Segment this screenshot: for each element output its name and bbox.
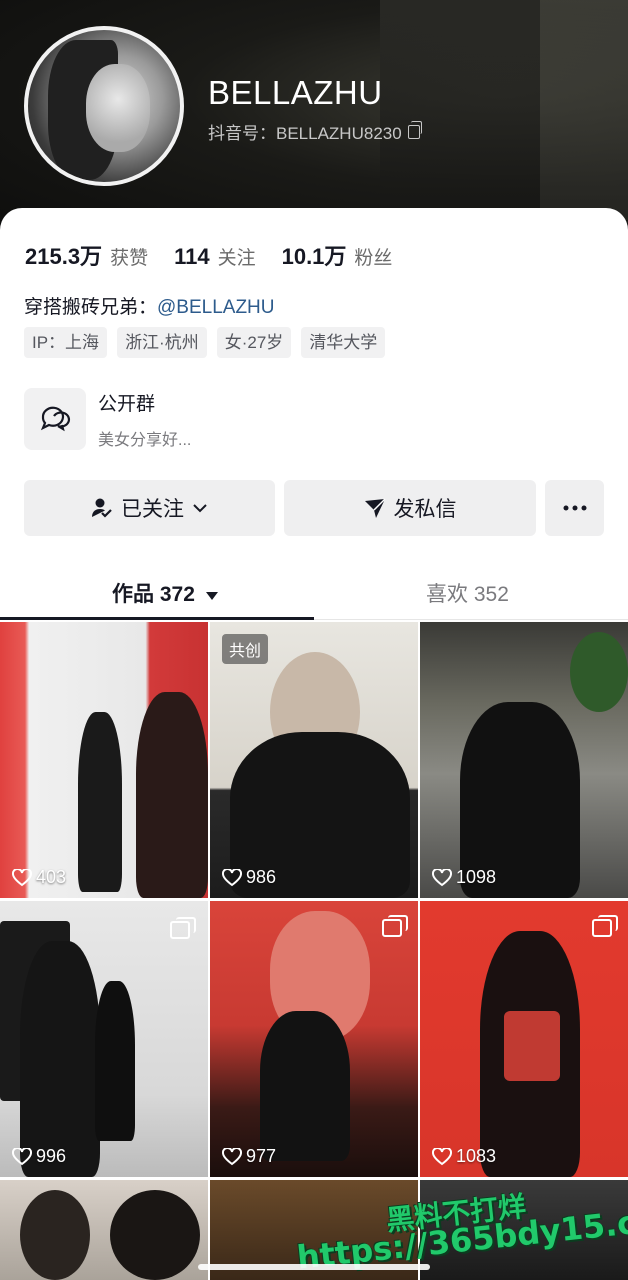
stats-row: 215.3万 获赞 114 关注 10.1万 粉丝: [25, 239, 418, 271]
send-icon: [364, 498, 386, 518]
heart-icon: [12, 868, 32, 886]
header-background: [380, 0, 540, 220]
message-label: 发私信: [393, 498, 457, 521]
more-button[interactable]: [545, 480, 604, 536]
like-count-text: 1083: [456, 1146, 497, 1166]
tab-active-indicator: [0, 617, 314, 620]
douyin-id-text: 抖音号：BELLAZHU8230: [208, 124, 402, 143]
video-thumbnail[interactable]: 996: [0, 901, 208, 1177]
video-thumbnail[interactable]: 977: [210, 901, 418, 1177]
group-title: 公开群: [98, 393, 156, 415]
user-check-icon: [92, 498, 112, 518]
more-dots-icon: [563, 505, 586, 511]
public-group-entry[interactable]: 公开群 美女分享好...: [24, 388, 191, 450]
following-button[interactable]: 已关注: [24, 480, 275, 536]
bio: 穿搭搬砖兄弟：@BELLAZHU: [24, 292, 275, 319]
heart-icon: [432, 868, 452, 886]
message-button[interactable]: 发私信: [284, 480, 536, 536]
avatar[interactable]: [24, 26, 184, 186]
like-count-text: 986: [246, 867, 277, 887]
following-label: 已关注: [121, 498, 184, 521]
heart-icon: [432, 1147, 452, 1165]
stat-likes[interactable]: 215.3万 获赞: [25, 239, 148, 271]
stat-label: 粉丝: [354, 248, 393, 269]
bio-mention-link[interactable]: @BELLAZHU: [157, 297, 275, 318]
profile-header: BELLAZHU 抖音号：BELLAZHU8230: [0, 0, 628, 240]
stat-number: 114: [174, 244, 210, 269]
tab-works-label: 作品 372: [112, 583, 195, 606]
multi-image-icon: [382, 915, 408, 937]
chevron-down-icon: [193, 504, 207, 513]
tab-works[interactable]: 作品 372: [112, 578, 219, 608]
home-indicator[interactable]: [198, 1264, 430, 1270]
like-count: 1098: [432, 867, 496, 888]
stat-following[interactable]: 114 关注: [174, 243, 256, 270]
video-thumbnail[interactable]: 1083: [420, 901, 628, 1177]
video-thumbnail[interactable]: [0, 1180, 208, 1280]
stat-followers[interactable]: 10.1万 粉丝: [282, 239, 393, 271]
like-count: 1083: [432, 1146, 496, 1167]
co-create-badge: 共创: [222, 634, 269, 664]
tag-school[interactable]: 清华大学: [301, 327, 386, 358]
caret-down-icon: [205, 592, 218, 600]
content-tabs: 作品 372 喜欢 352: [0, 570, 628, 620]
like-count: 986: [222, 867, 276, 888]
like-count: 403: [12, 867, 66, 888]
like-count-text: 977: [246, 1146, 277, 1166]
stat-number: 215.3万: [25, 244, 103, 269]
like-count: 996: [12, 1146, 66, 1167]
tag-location: 浙江·杭州: [117, 327, 207, 358]
tag-ip: IP：上海: [24, 327, 108, 358]
group-chat-icon: [24, 388, 86, 450]
copy-icon[interactable]: [407, 120, 422, 139]
tab-likes[interactable]: 喜欢 352: [426, 578, 509, 608]
like-count-text: 403: [36, 867, 67, 887]
stat-number: 10.1万: [281, 244, 347, 269]
like-count: 977: [222, 1146, 276, 1167]
heart-icon: [12, 1147, 32, 1165]
heart-icon: [222, 868, 242, 886]
multi-image-icon: [592, 915, 618, 937]
profile-tags: IP：上海 浙江·杭州 女·27岁 清华大学: [24, 327, 386, 358]
stat-label: 获赞: [110, 248, 149, 269]
like-count-text: 1098: [456, 867, 497, 887]
video-thumbnail[interactable]: 1098: [420, 622, 628, 898]
video-thumbnail[interactable]: 403: [0, 622, 208, 898]
username: BELLAZHU: [208, 74, 383, 111]
group-subtitle: 美女分享好...: [98, 431, 192, 449]
multi-image-icon: [170, 917, 196, 939]
header-background: [540, 0, 628, 220]
heart-icon: [222, 1147, 242, 1165]
like-count-text: 996: [36, 1146, 67, 1166]
stat-label: 关注: [217, 248, 256, 269]
douyin-id: 抖音号：BELLAZHU8230: [208, 119, 422, 144]
bio-text: 穿搭搬砖兄弟：: [24, 297, 158, 318]
tag-gender-age: 女·27岁: [216, 327, 292, 358]
